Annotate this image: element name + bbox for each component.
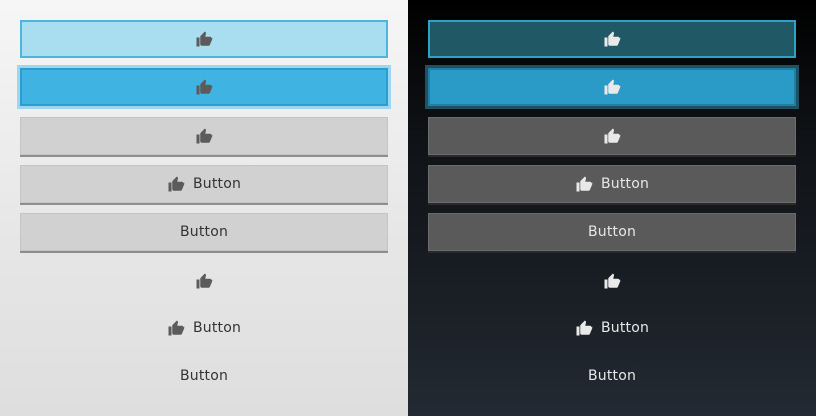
like-text-button-gray[interactable]: Button — [428, 165, 796, 203]
like-icon-button-light-blue[interactable] — [20, 20, 388, 58]
like-icon-button-gray[interactable] — [428, 117, 796, 155]
like-icon-button-flat[interactable] — [20, 262, 388, 300]
like-text-button-gray[interactable]: Button — [20, 165, 388, 203]
dark-theme-panel: Button Button Button Button — [408, 0, 816, 416]
thumbs-up-icon — [167, 175, 185, 193]
button-label: Button — [587, 224, 637, 240]
like-icon-button-blue[interactable] — [20, 68, 388, 106]
thumbs-up-icon — [603, 30, 621, 48]
button-label: Button — [600, 176, 650, 192]
like-icon-button-light-blue[interactable] — [428, 20, 796, 58]
text-button-flat[interactable]: Button — [428, 357, 796, 395]
thumbs-up-icon — [603, 272, 621, 290]
button-label: Button — [192, 176, 242, 192]
like-text-button-flat[interactable]: Button — [428, 309, 796, 347]
like-text-button-flat[interactable]: Button — [20, 309, 388, 347]
button-label: Button — [179, 368, 229, 384]
button-label: Button — [192, 320, 242, 336]
thumbs-up-icon — [603, 127, 621, 145]
text-button-gray[interactable]: Button — [428, 213, 796, 251]
light-theme-panel: Button Button Button Button — [0, 0, 408, 416]
thumbs-up-icon — [195, 127, 213, 145]
thumbs-up-icon — [575, 175, 593, 193]
button-label: Button — [587, 368, 637, 384]
text-button-gray[interactable]: Button — [20, 213, 388, 251]
like-icon-button-flat[interactable] — [428, 262, 796, 300]
thumbs-up-icon — [195, 30, 213, 48]
thumbs-up-icon — [603, 78, 621, 96]
like-icon-button-blue[interactable] — [428, 68, 796, 106]
button-label: Button — [600, 320, 650, 336]
thumbs-up-icon — [195, 78, 213, 96]
thumbs-up-icon — [575, 319, 593, 337]
thumbs-up-icon — [195, 272, 213, 290]
like-icon-button-gray[interactable] — [20, 117, 388, 155]
text-button-flat[interactable]: Button — [20, 357, 388, 395]
button-label: Button — [179, 224, 229, 240]
thumbs-up-icon — [167, 319, 185, 337]
